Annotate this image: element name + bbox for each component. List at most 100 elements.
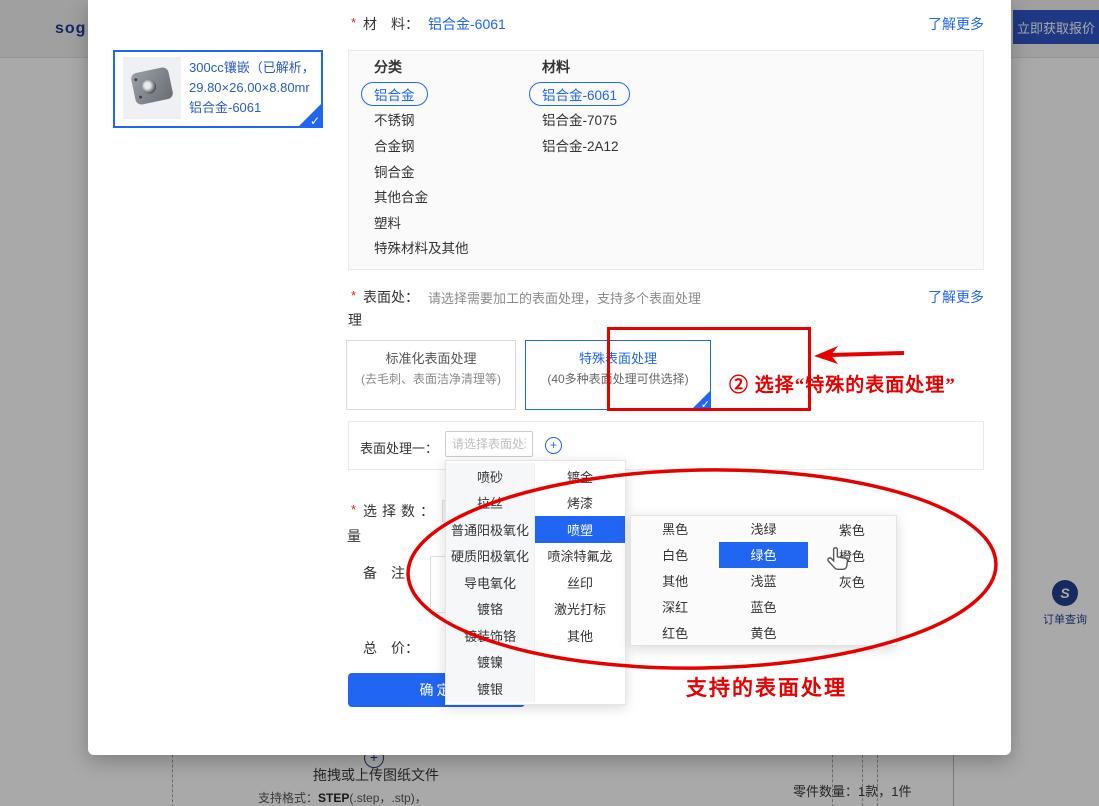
standard-surface-card[interactable]: 标准化表面处理 (去毛刺、表面洁净清理等) [346, 340, 516, 410]
category-item-label: 铜合金 [374, 161, 415, 181]
surface-option[interactable]: 激光打标 [535, 596, 625, 623]
surface-label-wrap: 理 [348, 310, 362, 330]
surface-option[interactable]: 镀铬 [446, 596, 534, 623]
color-option[interactable]: 蓝色 [719, 593, 807, 619]
required-asterisk: * [351, 502, 356, 517]
color-option[interactable]: 浅蓝 [719, 568, 807, 594]
category-item[interactable]: 特殊材料及其他 [374, 235, 469, 261]
category-item-label: 铝合金 [361, 82, 428, 106]
part-3d-preview [130, 66, 174, 105]
surface-option[interactable]: 拉丝 [446, 490, 534, 517]
quote-config-modal: 300cc镶嵌（已解析，29.80×26.00×8.80mr铝合金-6061 ✓… [88, 0, 1011, 755]
material-item[interactable]: 铝合金-6061 [542, 81, 630, 107]
material-item-label: 铝合金-2A12 [542, 135, 619, 155]
part-dot [139, 95, 143, 99]
material-item-label: 铝合金-7075 [542, 109, 617, 129]
surface-one-box [348, 421, 984, 470]
surface-option[interactable]: 硬质阳极氧化 [446, 543, 534, 570]
surface-option[interactable]: 其他 [535, 622, 625, 649]
surface-option[interactable]: 镀金 [535, 463, 625, 490]
category-list: 铝合金不锈钢合金钢铜合金其他合金塑料特殊材料及其他 [374, 81, 469, 260]
screen: sog 立即获取报价 + 拖拽或上传图纸文件 支持格式：STEP(.step，.… [0, 0, 1099, 806]
material-item-label: 铝合金-6061 [529, 82, 630, 106]
category-item-label: 不锈钢 [374, 109, 415, 129]
color-option[interactable]: 白色 [631, 542, 719, 568]
surface-hint: 请选择需要加工的表面处理，支持多个表面处理 [428, 288, 701, 307]
color-option[interactable]: 红色 [631, 619, 719, 645]
material-item[interactable]: 铝合金-2A12 [542, 132, 630, 158]
category-item-label: 其他合金 [374, 186, 428, 206]
category-item[interactable]: 合金钢 [374, 132, 469, 158]
standard-surface-title: 标准化表面处理 [347, 348, 515, 369]
material-column: 材料 铝合金-6061铝合金-7075 铝合金-2A12 [542, 57, 630, 158]
surface-option[interactable]: 镀镍 [446, 649, 534, 676]
category-header: 分类 [374, 57, 469, 77]
category-item[interactable]: 塑料 [374, 209, 469, 235]
check-icon: ✓ [310, 115, 320, 127]
material-item[interactable]: 铝合金-7075 [542, 107, 630, 133]
material-label: 材 料： [363, 14, 419, 34]
annotation-supported-text: 支持的表面处理 [686, 672, 847, 702]
surface-dropdown: 喷砂拉丝普通阳极氧化硬质阳极氧化导电氧化镀铬镀装饰铬镀镍镀银 镀金烤漆喷塑喷涂特… [445, 460, 626, 705]
category-item-label: 特殊材料及其他 [374, 237, 469, 257]
surface-option[interactable]: 镀银 [446, 675, 534, 702]
part-card[interactable]: 300cc镶嵌（已解析，29.80×26.00×8.80mr铝合金-6061 ✓ [113, 50, 323, 128]
material-value: 铝合金-6061 [428, 14, 506, 34]
annotation-step2-text: ② 选择“特殊的表面处理” [729, 370, 956, 397]
category-item[interactable]: 其他合金 [374, 183, 469, 209]
color-option[interactable]: 绿色 [719, 542, 807, 568]
category-item[interactable]: 铝合金 [374, 81, 469, 107]
hand-cursor-icon [826, 546, 852, 574]
material-list: 铝合金-6061铝合金-7075 铝合金-2A12 [542, 81, 630, 158]
remark-label: 备 注： [363, 563, 419, 583]
total-price-label: 总 价： [363, 638, 419, 658]
surface-option[interactable]: 导电氧化 [446, 569, 534, 596]
color-col1: 黑色白色其他深红红色 [631, 516, 719, 645]
surface-option[interactable]: 喷涂特氟龙 [535, 543, 625, 570]
required-asterisk: * [351, 288, 356, 303]
part-info-line: 铝合金-6061 [189, 98, 315, 118]
color-col3: 紫色橙色灰色 [808, 516, 896, 645]
surface-option[interactable]: 喷砂 [446, 463, 534, 490]
material-panel: 分类 铝合金不锈钢合金钢铜合金其他合金塑料特殊材料及其他 材料 铝合金-6061… [348, 50, 984, 270]
surface-dropdown-col2: 镀金烤漆喷塑喷涂特氟龙丝印激光打标其他 [534, 463, 625, 702]
category-item-label: 合金钢 [374, 135, 415, 155]
color-option[interactable]: 黄色 [719, 619, 807, 645]
add-surface-icon[interactable]: + [545, 437, 562, 454]
part-dot [134, 78, 138, 82]
surface-label: 表面处： [363, 287, 419, 307]
color-option[interactable]: 浅绿 [719, 516, 807, 542]
part-hole [141, 78, 158, 95]
required-asterisk: * [351, 15, 356, 30]
material-learn-more-link[interactable]: 了解更多 [928, 14, 984, 34]
part-thumbnail [123, 57, 181, 119]
surface-select-input[interactable] [445, 431, 533, 457]
surface-learn-more-link[interactable]: 了解更多 [928, 287, 984, 307]
surface-option[interactable]: 普通阳极氧化 [446, 516, 534, 543]
color-option[interactable]: 紫色 [808, 516, 896, 542]
color-option[interactable]: 其他 [631, 568, 719, 594]
annotation-red-box [607, 327, 811, 411]
category-column: 分类 铝合金不锈钢合金钢铜合金其他合金塑料特殊材料及其他 [374, 57, 469, 260]
material-header: 材料 [542, 57, 630, 77]
surface-option[interactable]: 丝印 [535, 569, 625, 596]
surface-option[interactable]: 烤漆 [535, 490, 625, 517]
color-option[interactable]: 深红 [631, 593, 719, 619]
surface-option[interactable]: 镀装饰铬 [446, 622, 534, 649]
surface-one-label: 表面处理一： [360, 438, 438, 457]
color-submenu: 黑色白色其他深红红色 浅绿绿色浅蓝蓝色黄色 紫色橙色灰色 [630, 515, 897, 646]
quantity-label-wrap: 量 [347, 526, 361, 546]
color-col2: 浅绿绿色浅蓝蓝色黄色 [719, 516, 807, 645]
annotation-arrow [814, 344, 906, 366]
part-info: 300cc镶嵌（已解析，29.80×26.00×8.80mr铝合金-6061 [189, 52, 315, 126]
surface-option[interactable]: 喷塑 [535, 516, 625, 543]
standard-surface-subtitle: (去毛刺、表面洁净清理等) [347, 369, 515, 390]
category-item-label: 塑料 [374, 212, 401, 232]
quantity-label: 选择数： [363, 501, 439, 521]
part-info-line: 29.80×26.00×8.80mr [189, 78, 315, 98]
category-item[interactable]: 不锈钢 [374, 107, 469, 133]
part-info-line: 300cc镶嵌（已解析， [189, 58, 315, 78]
category-item[interactable]: 铜合金 [374, 158, 469, 184]
color-option[interactable]: 黑色 [631, 516, 719, 542]
surface-dropdown-col1: 喷砂拉丝普通阳极氧化硬质阳极氧化导电氧化镀铬镀装饰铬镀镍镀银 [446, 463, 534, 702]
